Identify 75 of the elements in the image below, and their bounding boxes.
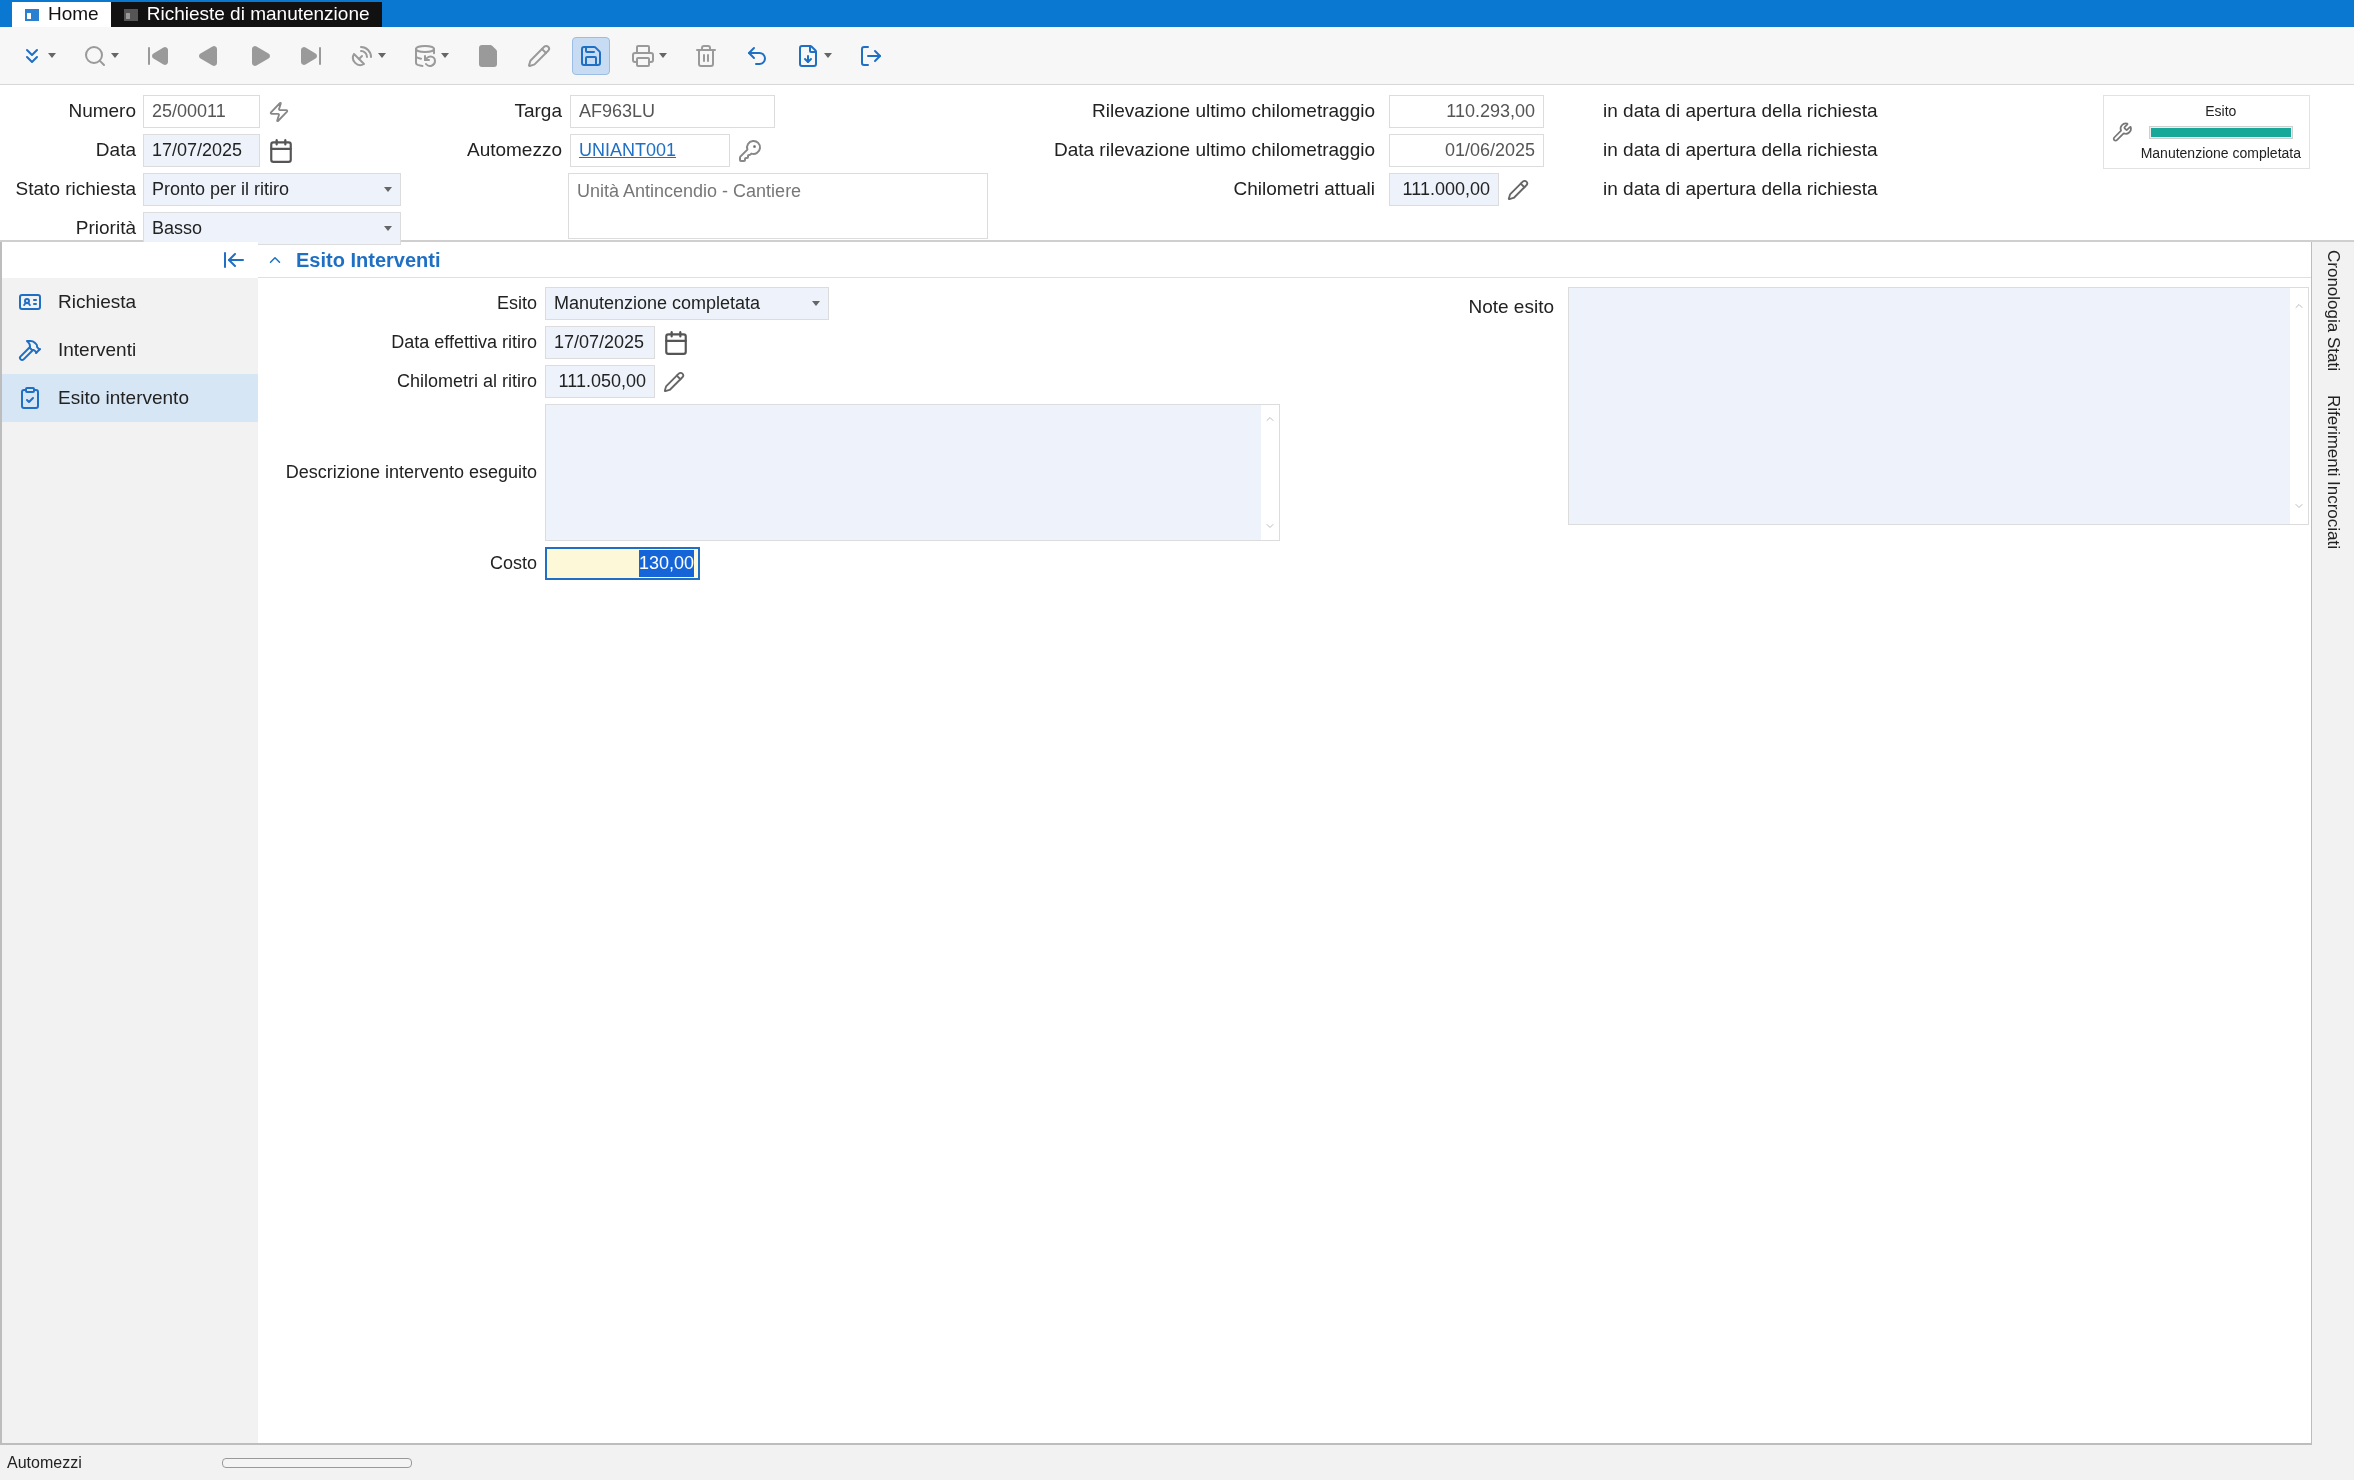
- number-field[interactable]: 25/00011: [143, 95, 260, 128]
- readonly-field: 01/06/2025: [1389, 134, 1544, 167]
- caret-icon: [378, 53, 386, 58]
- pencil-icon: [527, 43, 551, 68]
- window-tab[interactable]: Richieste di manutenzione: [110, 2, 382, 27]
- clipboard-check-icon: [18, 386, 42, 410]
- field-label: Data: [94, 138, 136, 163]
- toolbar-button[interactable]: [572, 36, 610, 75]
- window-icon: [122, 6, 139, 23]
- caret-icon: [111, 53, 119, 58]
- side-tab[interactable]: Cronologia Stati: [2320, 250, 2346, 371]
- calendar-icon: [268, 137, 294, 164]
- field-label: Note esito: [1467, 295, 1554, 319]
- status-title: Esito: [2205, 101, 2237, 121]
- key-icon: [738, 138, 762, 163]
- field-label: Descrizione intervento eseguito: [284, 461, 537, 484]
- date-field[interactable]: 17/07/2025: [545, 326, 655, 359]
- status-text: Automezzi: [7, 1452, 83, 1473]
- window-tab[interactable]: Home: [12, 2, 111, 27]
- document-icon: [476, 43, 500, 68]
- field-label: Rilevazione ultimo chilometraggio: [1090, 99, 1375, 124]
- field-label: Automezzo: [465, 138, 562, 163]
- caret-icon: [441, 53, 449, 58]
- field-note: in data di apertura della richiesta: [1603, 99, 1878, 124]
- nav-item[interactable]: Esito intervento: [2, 374, 258, 422]
- nav-item[interactable]: Interventi: [2, 326, 258, 374]
- vehicle-description-field: Unità Antincendio - Cantiere: [568, 173, 988, 239]
- link-field[interactable]: UNIANT001: [570, 134, 730, 167]
- caret-icon: [384, 187, 392, 192]
- nav-item[interactable]: Richiesta: [2, 278, 258, 326]
- readonly-field: AF963LU: [570, 95, 775, 128]
- window-icon: [24, 6, 40, 23]
- vehicle-link[interactable]: UNIANT001: [579, 137, 677, 164]
- cost-field[interactable]: 130,00: [545, 547, 700, 580]
- pencil-icon: [663, 370, 685, 393]
- dropdown-field[interactable]: Pronto per il ritiro: [143, 173, 401, 206]
- status-value: Manutenzione completata: [2140, 143, 2301, 163]
- lightning-icon: [268, 100, 290, 123]
- satellite-dish-icon: [350, 43, 374, 68]
- field-label: Costo: [488, 552, 537, 575]
- field-label: Data effettiva ritiro: [390, 331, 537, 354]
- field-label: Esito: [495, 292, 537, 315]
- save-icon: [579, 43, 603, 68]
- wrench-icon: [2112, 121, 2133, 143]
- caret-icon: [384, 226, 392, 231]
- dropdown-field[interactable]: Manutenzione completata: [545, 287, 829, 320]
- date-field[interactable]: 17/07/2025: [143, 134, 260, 167]
- search-icon: [83, 43, 107, 68]
- printer-icon: [631, 43, 655, 68]
- field-note: in data di apertura della richiesta: [1603, 138, 1878, 163]
- field-label: Data rilevazione ultimo chilometraggio: [1052, 138, 1375, 163]
- field-label: Numero: [67, 99, 136, 124]
- field-label: Chilometri attuali: [1232, 177, 1375, 202]
- field-label: Stato richiesta: [14, 177, 136, 202]
- side-tab[interactable]: Riferimenti Incrociati: [2320, 394, 2346, 549]
- caret-icon: [659, 53, 667, 58]
- field-note: in data di apertura della richiesta: [1603, 177, 1878, 202]
- number-field[interactable]: 111.000,00: [1389, 173, 1499, 206]
- hammer-icon: [18, 338, 42, 362]
- document-download-icon: [796, 43, 820, 68]
- field-label: Chilometri al ritiro: [395, 370, 537, 393]
- dropdown-field[interactable]: Basso: [143, 212, 401, 245]
- readonly-field: 110.293,00: [1389, 95, 1544, 128]
- caret-icon: [824, 53, 832, 58]
- exit-icon: [859, 43, 883, 68]
- field-label: Targa: [513, 99, 562, 124]
- number-field[interactable]: 111.050,00: [545, 365, 655, 398]
- pencil-icon: [1507, 178, 1529, 201]
- caret-icon: [812, 301, 820, 306]
- field-label: Priorità: [74, 216, 136, 241]
- section-title: Esito Interventi: [296, 247, 441, 273]
- calendar-icon: [663, 329, 689, 356]
- database-icon: [413, 43, 437, 68]
- caret-icon: [48, 53, 56, 58]
- trash-icon: [694, 43, 718, 68]
